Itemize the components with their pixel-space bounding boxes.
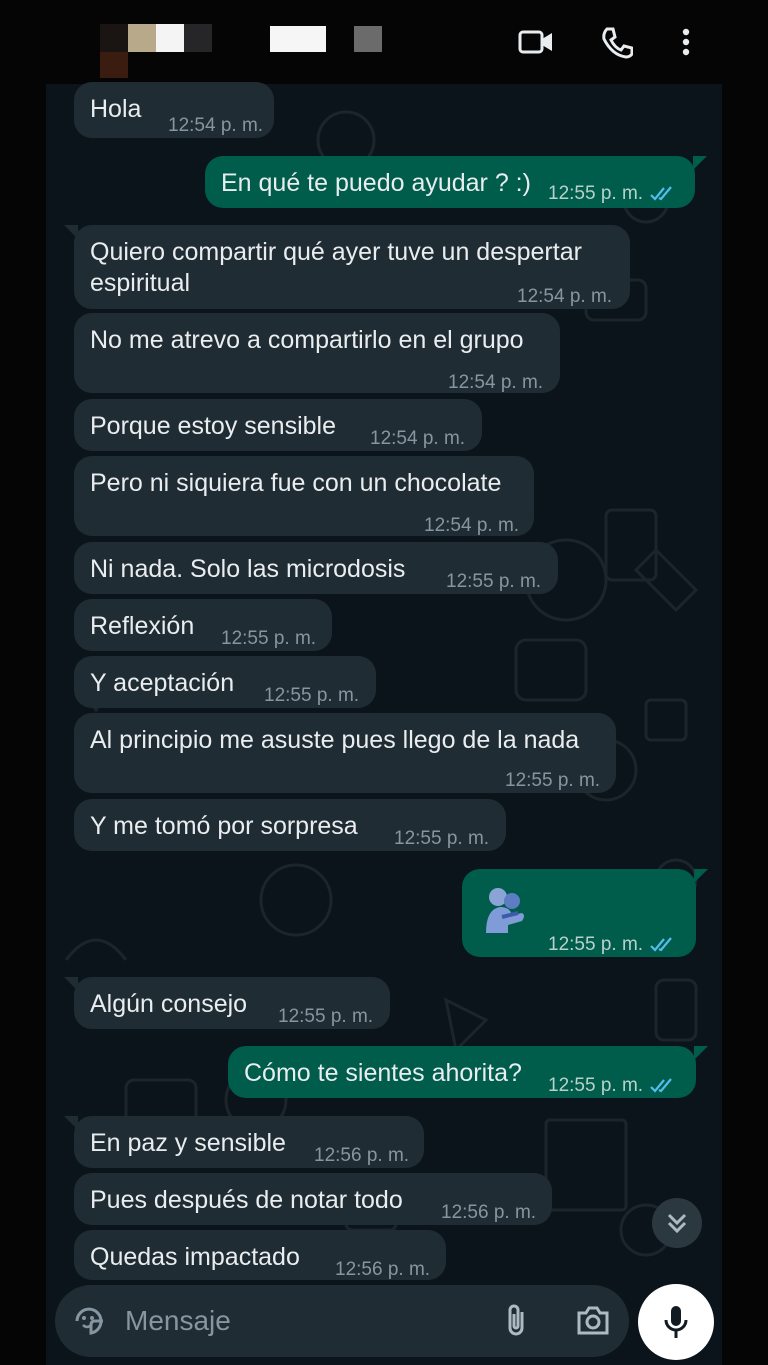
message-text: Cómo te sientes ahorita?	[244, 1059, 522, 1087]
message-incoming[interactable]: Algún consejo 12:55 p. m.	[64, 977, 390, 1029]
message-incoming[interactable]: Hola 12:54 p. m.	[74, 82, 274, 138]
message-input[interactable]	[125, 1301, 485, 1341]
message-text: En qué te puedo ayudar ? :)	[221, 169, 531, 197]
message-time: 12:55 p. m.	[548, 929, 677, 960]
message-outgoing[interactable]: Cómo te sientes ahorita? 12:55 p. m.	[228, 1046, 708, 1101]
video-call-icon[interactable]	[516, 22, 556, 62]
contact-name-redacted[interactable]	[100, 24, 212, 78]
message-text: Reflexión	[90, 612, 195, 640]
message-time: 12:54 p. m.	[517, 286, 613, 307]
message-incoming[interactable]: No me atrevo a compartirlo en el grupo 1…	[74, 313, 560, 393]
mic-icon	[664, 1306, 688, 1338]
message-incoming[interactable]: Quiero compartir qué ayer tuve un desper…	[64, 225, 630, 309]
message-composer	[55, 1285, 629, 1357]
message-incoming[interactable]: Al principio me asuste pues llego de la …	[74, 713, 616, 793]
message-time: 12:56 p. m.	[335, 1259, 431, 1280]
message-incoming[interactable]: Reflexión 12:55 p. m.	[74, 599, 332, 651]
message-time: 12:55 p. m.	[446, 571, 542, 592]
scroll-to-bottom-button[interactable]	[652, 1198, 702, 1248]
message-time: 12:55 p. m.	[548, 1070, 677, 1101]
message-time: 12:54 p. m.	[424, 515, 520, 536]
message-time: 12:54 p. m.	[448, 372, 544, 393]
message-text: Pues después de notar todo	[90, 1186, 403, 1214]
message-incoming[interactable]: Porque estoy sensible 12:54 p. m.	[74, 399, 482, 451]
message-text: Quiero compartir qué ayer tuve un desper…	[90, 238, 582, 297]
message-text: Y aceptación	[90, 669, 235, 697]
message-text: No me atrevo a compartirlo en el grupo	[90, 326, 524, 354]
camera-icon[interactable]	[575, 1303, 611, 1342]
message-incoming[interactable]: Pues después de notar todo 12:56 p. m.	[74, 1173, 552, 1225]
message-time: 12:55 p. m.	[505, 770, 601, 791]
paperclip-icon[interactable]	[502, 1302, 532, 1345]
message-text: Porque estoy sensible	[90, 412, 336, 440]
message-incoming[interactable]: Quedas impactado 12:56 p. m.	[74, 1230, 446, 1280]
message-time: 12:55 p. m.	[278, 1006, 374, 1027]
message-text: Ni nada. Solo las microdosis	[90, 555, 406, 583]
message-outgoing-sticker[interactable]: 12:55 p. m.	[462, 869, 708, 960]
sticker-icon[interactable]	[71, 1303, 107, 1344]
message-time: 12:55 p. m.	[394, 828, 490, 849]
message-text: Quedas impactado	[90, 1243, 300, 1271]
message-incoming[interactable]: Y aceptación 12:55 p. m.	[74, 656, 376, 708]
hug-emoji-sticker	[482, 883, 528, 945]
chat-header	[0, 0, 768, 84]
read-ticks-icon	[650, 186, 672, 201]
message-text: Algún consejo	[90, 990, 248, 1018]
chat-screen: Hola 12:54 p. m. En qué te puedo ayudar …	[0, 0, 768, 1365]
message-time: 12:56 p. m.	[314, 1145, 410, 1166]
message-time: 12:55 p. m.	[221, 628, 317, 649]
message-incoming[interactable]: Ni nada. Solo las microdosis 12:55 p. m.	[74, 542, 558, 594]
message-text: Hola	[90, 95, 142, 123]
message-text: Pero ni siquiera fue con un chocolate	[90, 469, 502, 497]
message-text: Al principio me asuste pues llego de la …	[90, 726, 580, 754]
contact-status-redacted-2	[354, 26, 382, 52]
message-incoming[interactable]: Pero ni siquiera fue con un chocolate 12…	[74, 456, 534, 536]
double-chevron-down-icon	[667, 1213, 687, 1234]
message-time: 12:56 p. m.	[441, 1202, 537, 1223]
message-text: En paz y sensible	[90, 1129, 286, 1157]
more-options-icon[interactable]	[666, 22, 706, 62]
message-outgoing[interactable]: En qué te puedo ayudar ? :) 12:55 p. m.	[205, 156, 707, 209]
message-time: 12:55 p. m.	[548, 178, 677, 209]
voice-message-button[interactable]	[638, 1284, 714, 1360]
message-time: 12:54 p. m.	[370, 428, 466, 449]
contact-status-redacted	[270, 26, 326, 52]
message-incoming[interactable]: Y me tomó por sorpresa 12:55 p. m.	[74, 799, 506, 851]
message-time: 12:54 p. m.	[168, 115, 264, 136]
message-time: 12:55 p. m.	[264, 685, 360, 706]
message-text: Y me tomó por sorpresa	[90, 812, 358, 840]
read-ticks-icon	[650, 937, 672, 952]
voice-call-icon[interactable]	[596, 22, 636, 62]
message-incoming[interactable]: En paz y sensible 12:56 p. m.	[64, 1116, 424, 1168]
read-ticks-icon	[650, 1078, 672, 1093]
